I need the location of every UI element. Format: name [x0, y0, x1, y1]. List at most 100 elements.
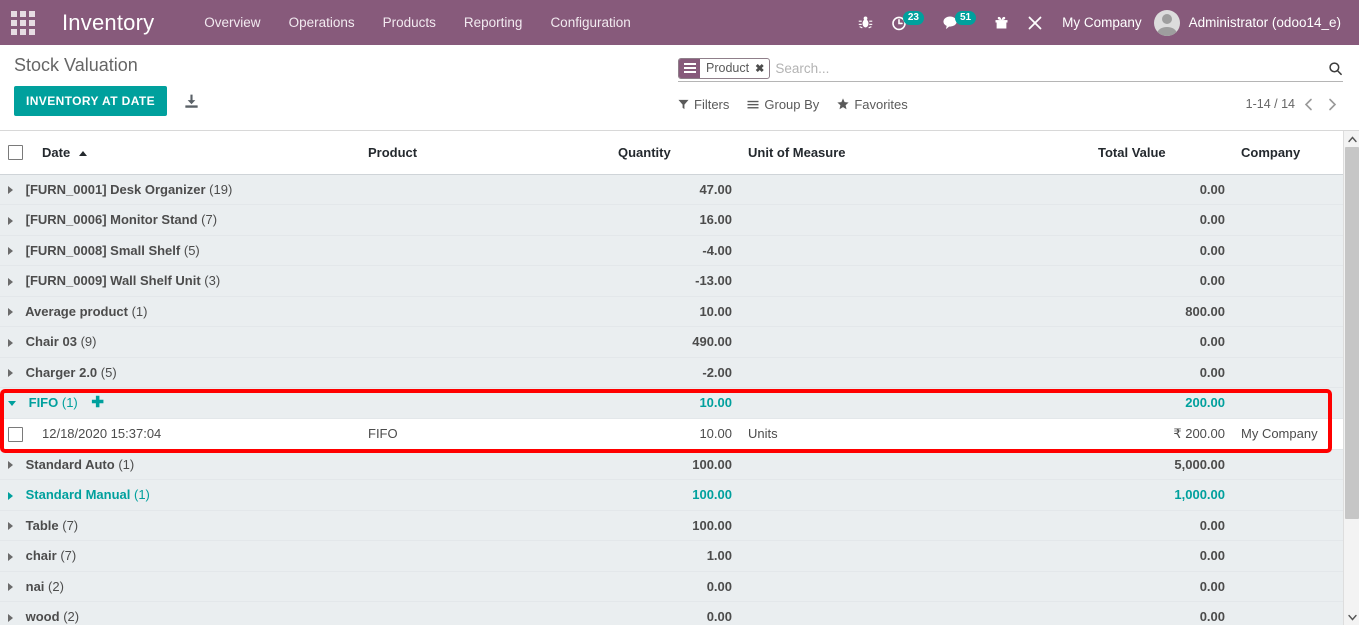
- gift-icon[interactable]: [985, 0, 1018, 45]
- table-row[interactable]: Charger 2.0 (5) -2.00 0.00: [0, 357, 1343, 388]
- table-row[interactable]: 12/18/2020 15:37:04 FIFO 10.00 Units ₹ 2…: [0, 418, 1343, 450]
- filters-dropdown[interactable]: Filters: [678, 97, 729, 112]
- table-row[interactable]: FIFO (1) ✚ 10.00 200.00: [0, 387, 1343, 419]
- search-options-row: Filters Group By Favorites 1-14 / 14: [678, 91, 1343, 117]
- apps-menu-button[interactable]: [0, 0, 46, 45]
- group-name-cell[interactable]: Standard Manual (1): [0, 479, 610, 511]
- table-body: [FURN_0001] Desk Organizer (19) 47.00 0.…: [0, 174, 1343, 625]
- user-menu[interactable]: Administrator (odoo14_e): [1153, 9, 1351, 36]
- menu-item-overview[interactable]: Overview: [190, 0, 274, 45]
- control-panel-buttons: INVENTORY AT DATE: [14, 86, 200, 116]
- download-icon[interactable]: [183, 93, 200, 110]
- table-row[interactable]: nai (2) 0.00 0.00: [0, 571, 1343, 603]
- chevron-right-icon[interactable]: [1321, 93, 1343, 115]
- bug-icon[interactable]: [849, 0, 882, 45]
- group-name-cell[interactable]: Charger 2.0 (5): [0, 357, 610, 388]
- company-switcher[interactable]: My Company: [1052, 15, 1154, 30]
- group-label: Charger 2.0: [25, 364, 98, 380]
- column-header-quantity[interactable]: Quantity: [610, 131, 740, 175]
- group-total-value: 0.00: [1090, 571, 1233, 603]
- table-row[interactable]: Average product (1) 10.00 800.00: [0, 296, 1343, 327]
- pager-range[interactable]: 1-14 / 14: [1246, 97, 1295, 111]
- group-company: [1233, 357, 1343, 388]
- group-label: chair: [25, 548, 57, 564]
- scroll-down-arrow-icon[interactable]: [1344, 609, 1359, 625]
- group-label: Table: [25, 517, 59, 533]
- group-count: (2): [48, 578, 64, 594]
- group-company: [1233, 174, 1343, 205]
- chevron-right-icon: [8, 369, 13, 378]
- table-row[interactable]: Table (7) 100.00 0.00: [0, 510, 1343, 542]
- scrollbar-thumb[interactable]: [1345, 147, 1359, 519]
- menu-item-products[interactable]: Products: [369, 0, 450, 45]
- activity-clock-icon[interactable]: 23: [882, 0, 933, 45]
- group-name-cell[interactable]: Standard Auto (1): [0, 449, 610, 481]
- menu-item-configuration[interactable]: Configuration: [536, 0, 644, 45]
- group-total-value: 0.00: [1090, 265, 1233, 297]
- column-header-product[interactable]: Product: [360, 131, 610, 175]
- group-name-cell-fifo[interactable]: FIFO (1) ✚: [0, 387, 610, 419]
- group-name-cell[interactable]: [FURN_0006] Monitor Stand (7): [0, 204, 610, 236]
- group-by-dropdown[interactable]: Group By: [747, 97, 819, 112]
- tools-icon[interactable]: [1018, 0, 1052, 45]
- group-count: (9): [80, 334, 97, 350]
- search-facet-product[interactable]: Product ✖: [678, 57, 771, 79]
- group-name-cell[interactable]: chair (7): [0, 540, 610, 572]
- group-name-cell[interactable]: [FURN_0008] Small Shelf (5): [0, 235, 610, 266]
- group-total-value: 0.00: [1090, 540, 1233, 572]
- group-name-cell[interactable]: Table (7): [0, 510, 610, 542]
- group-name-cell[interactable]: Average product (1): [0, 296, 610, 327]
- avatar: [1153, 9, 1180, 36]
- group-quantity: 100.00: [610, 449, 740, 481]
- scroll-up-arrow-icon[interactable]: [1344, 131, 1359, 147]
- table-row[interactable]: [FURN_0001] Desk Organizer (19) 47.00 0.…: [0, 174, 1343, 205]
- app-brand-title[interactable]: Inventory: [46, 10, 154, 36]
- row-checkbox[interactable]: [8, 426, 23, 442]
- table-row[interactable]: Standard Manual (1) 100.00 1,000.00: [0, 479, 1343, 511]
- group-name-cell[interactable]: wood (2): [0, 601, 610, 625]
- chevron-left-icon[interactable]: [1297, 93, 1319, 115]
- group-name-cell[interactable]: nai (2): [0, 571, 610, 603]
- table-row[interactable]: [FURN_0006] Monitor Stand (7) 16.00 0.00: [0, 204, 1343, 236]
- column-header-company[interactable]: Company: [1233, 131, 1343, 175]
- chevron-right-icon: [8, 247, 13, 256]
- column-header-date[interactable]: Date: [34, 131, 360, 175]
- group-count: (1): [61, 395, 78, 411]
- table-row[interactable]: Chair 03 (9) 490.00 0.00: [0, 326, 1343, 358]
- group-total-value: 200.00: [1090, 387, 1233, 419]
- group-name-cell[interactable]: [FURN_0009] Wall Shelf Unit (3): [0, 265, 610, 297]
- control-panel: Stock Valuation INVENTORY AT DATE Produc…: [0, 45, 1359, 131]
- group-total-value: 5,000.00: [1090, 449, 1233, 481]
- messages-icon[interactable]: 51: [933, 0, 985, 45]
- group-name-cell[interactable]: [FURN_0001] Desk Organizer (19): [0, 174, 610, 205]
- close-icon[interactable]: ✖: [753, 59, 769, 78]
- table-row[interactable]: chair (7) 1.00 0.00: [0, 540, 1343, 572]
- group-count: (1): [118, 456, 135, 472]
- menu-item-reporting[interactable]: Reporting: [450, 0, 537, 45]
- table-row[interactable]: wood (2) 0.00 0.00: [0, 601, 1343, 625]
- select-all-checkbox[interactable]: [8, 145, 23, 161]
- column-header-uom[interactable]: Unit of Measure: [740, 131, 1090, 175]
- row-select-cell: [0, 418, 34, 450]
- chevron-right-icon: [8, 338, 13, 347]
- cell-total-value: ₹ 200.00: [1090, 418, 1233, 450]
- table-row[interactable]: [FURN_0008] Small Shelf (5) -4.00 0.00: [0, 235, 1343, 266]
- group-name-cell[interactable]: Chair 03 (9): [0, 326, 610, 358]
- group-company: [1233, 265, 1343, 297]
- messages-count-badge: 51: [955, 11, 977, 25]
- column-header-total-value[interactable]: Total Value: [1090, 131, 1233, 175]
- search-icon[interactable]: [1328, 61, 1343, 76]
- add-record-icon[interactable]: ✚: [91, 394, 104, 411]
- menu-item-operations[interactable]: Operations: [275, 0, 369, 45]
- chevron-right-icon: [8, 522, 13, 531]
- table-row[interactable]: Standard Auto (1) 100.00 5,000.00: [0, 449, 1343, 481]
- group-uom: [740, 296, 1090, 327]
- favorites-dropdown[interactable]: Favorites: [837, 97, 908, 112]
- group-uom: [740, 571, 1090, 603]
- group-count: (7): [60, 548, 77, 564]
- table-row[interactable]: [FURN_0009] Wall Shelf Unit (3) -13.00 0…: [0, 265, 1343, 297]
- group-label: [FURN_0006] Monitor Stand: [25, 212, 198, 228]
- vertical-scrollbar[interactable]: [1343, 131, 1359, 625]
- inventory-at-date-button[interactable]: INVENTORY AT DATE: [14, 86, 168, 116]
- search-input[interactable]: [775, 60, 1328, 76]
